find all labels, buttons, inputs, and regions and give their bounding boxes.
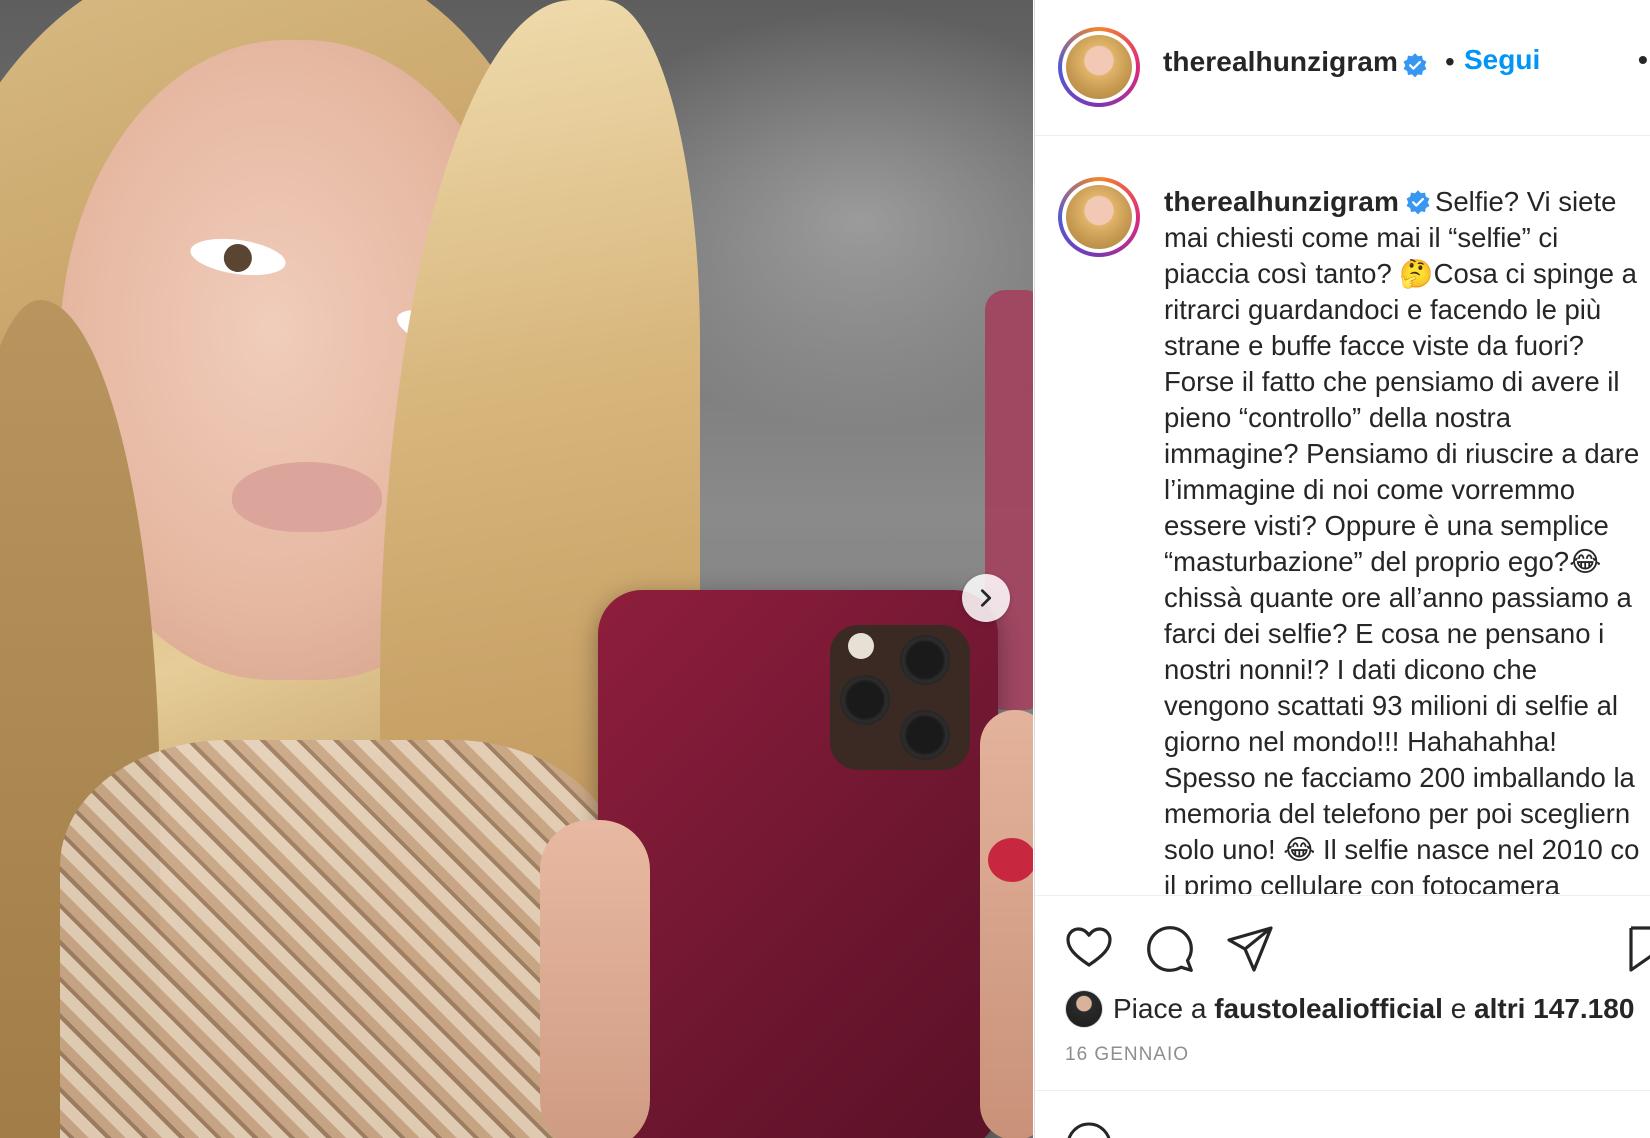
likes-text: Piace a faustolealiofficial e altri 147.… — [1113, 993, 1634, 1025]
likes-prefix: Piace a — [1113, 993, 1207, 1024]
paper-plane-icon[interactable] — [1225, 924, 1275, 974]
photo-flash — [848, 633, 874, 659]
liker-username[interactable]: faustolealiofficial — [1214, 993, 1443, 1024]
post-caption: therealhunzigram Selfie? Vi siete mai chi… — [1164, 184, 1650, 894]
comment-bubble-icon[interactable] — [1145, 924, 1195, 974]
photo-lens — [900, 635, 950, 685]
avatar-inner — [1062, 181, 1136, 253]
likes-count[interactable]: altri 147.180 — [1474, 993, 1634, 1024]
post-date[interactable]: 16 GENNAIO — [1065, 1044, 1189, 1066]
post-header: therealhunzigram — [1035, 0, 1650, 136]
chevron-right-icon — [980, 589, 992, 607]
more-options-button[interactable]: • — [1638, 44, 1650, 76]
bookmark-icon[interactable] — [1629, 924, 1650, 974]
header-separator: • — [1445, 46, 1455, 77]
liker-avatar[interactable] — [1065, 990, 1103, 1028]
emoji-icon[interactable] — [1065, 1121, 1113, 1138]
verified-badge-icon — [1406, 190, 1430, 215]
comments-area: therealhunzigram Selfie? Vi siete mai chi… — [1035, 137, 1650, 894]
avatar-inner — [1062, 31, 1136, 103]
actions-section: Piace a faustolealiofficial e altri 147.… — [1035, 895, 1650, 1138]
verified-badge-icon — [1403, 53, 1427, 78]
heart-icon[interactable] — [1065, 924, 1113, 972]
photo-hand-right — [980, 710, 1033, 1138]
likes-conj: e — [1450, 993, 1467, 1024]
avatar-image — [1066, 185, 1132, 249]
photo-nail — [988, 838, 1033, 882]
caption-avatar[interactable] — [1058, 177, 1140, 257]
carousel-next-button[interactable] — [962, 574, 1010, 622]
photo-lips — [232, 462, 382, 532]
add-comment-bar — [1035, 1090, 1650, 1138]
photo-blouse — [60, 740, 620, 1138]
avatar-image — [1066, 35, 1132, 99]
author-avatar[interactable] — [1058, 27, 1140, 107]
post-side-panel: therealhunzigram therealhunzigram Selfie?… — [1034, 0, 1650, 1138]
photo-hand-left — [540, 820, 650, 1138]
caption-body: Selfie? Vi siete mai chiesti come mai il… — [1164, 186, 1640, 894]
author-username[interactable]: therealhunzigram — [1163, 46, 1398, 78]
photo-lens — [840, 675, 890, 725]
caption-username[interactable]: therealhunzigram — [1164, 186, 1399, 217]
photo-lens — [900, 710, 950, 760]
post-photo[interactable] — [0, 0, 1033, 1138]
instagram-post-view: therealhunzigram therealhunzigram Selfie?… — [0, 0, 1650, 1138]
follow-button[interactable]: Segui — [1464, 44, 1540, 76]
likes-row: Piace a faustolealiofficial e altri 147.… — [1065, 989, 1634, 1029]
